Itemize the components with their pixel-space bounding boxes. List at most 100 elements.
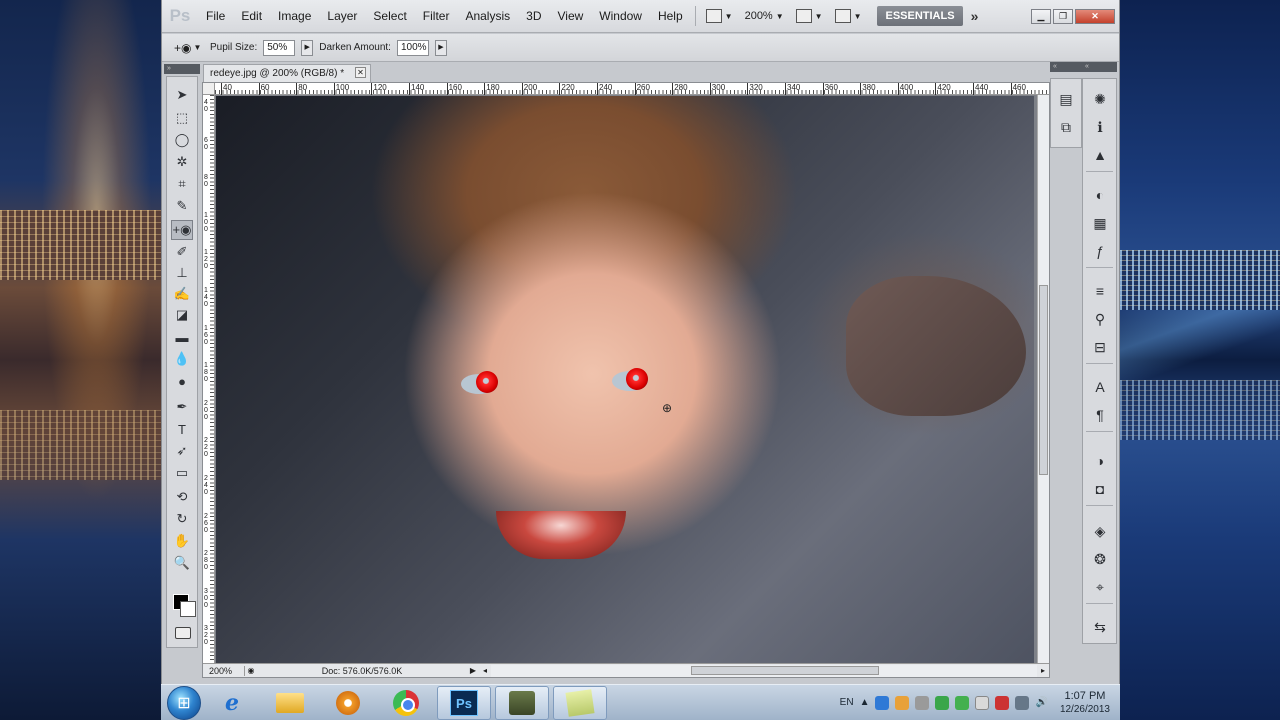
zoom-tool-icon[interactable]: 🔍	[171, 553, 193, 573]
minimize-button[interactable]: ▁	[1031, 8, 1051, 24]
history-panel-icon[interactable]: ▤	[1056, 89, 1076, 109]
menu-help[interactable]: Help	[650, 9, 691, 23]
channels-panel-icon[interactable]: ❂	[1090, 549, 1110, 569]
histogram-panel-icon[interactable]: ▲	[1090, 145, 1110, 165]
status-menu-icon[interactable]: ◉	[245, 666, 257, 675]
status-expand-arrow-icon[interactable]: ▶	[467, 666, 479, 675]
status-zoom-field[interactable]: 200%	[203, 665, 245, 676]
menu-3d[interactable]: 3D	[518, 9, 549, 23]
darken-amount-input[interactable]: 100%	[396, 39, 429, 56]
panel-dock-expand-bar[interactable]: «	[1082, 62, 1117, 72]
tool-presets-panel-icon[interactable]: ⊟	[1090, 337, 1110, 357]
tray-app-icon[interactable]	[915, 695, 930, 710]
eyedropper-tool-icon[interactable]: ✎	[171, 196, 193, 216]
layers-panel-icon[interactable]: ◈	[1090, 521, 1110, 541]
3d-orbit-tool-icon[interactable]: ↻	[171, 509, 193, 529]
panel-dock-collapse-bar[interactable]: «	[1050, 62, 1082, 72]
quick-mask-icon[interactable]	[175, 627, 191, 639]
taskbar-sticky-notes-button[interactable]	[553, 685, 607, 720]
crop-tool-icon[interactable]: ⌗	[171, 174, 193, 194]
taskbar-photoshop-button[interactable]: Ps	[437, 685, 491, 720]
actions-panel-icon[interactable]: ⇆	[1090, 617, 1110, 637]
3d-rotate-tool-icon[interactable]: ⟲	[171, 487, 193, 507]
document-tab[interactable]: redeye.jpg @ 200% (RGB/8) * ✕	[203, 64, 371, 82]
pen-tool-icon[interactable]: ✒	[171, 397, 193, 417]
red-eye-tool-icon[interactable]: +◉	[171, 220, 193, 240]
zoom-dropdown[interactable]: 200% ▼	[739, 10, 790, 22]
pupil-size-slider-button[interactable]: ▶	[301, 39, 314, 56]
action-center-icon[interactable]	[975, 695, 990, 710]
menu-edit[interactable]: Edit	[233, 9, 270, 23]
history-brush-tool-icon[interactable]: ✍	[171, 284, 193, 304]
horizontal-scrollbar[interactable]	[491, 664, 1037, 677]
paths-panel-icon[interactable]: ⌖	[1090, 577, 1110, 597]
language-indicator[interactable]: EN	[840, 697, 854, 708]
gradient-tool-icon[interactable]: ▬	[171, 327, 193, 347]
brush-tool-icon[interactable]: ✐	[171, 242, 193, 262]
vertical-scrollbar[interactable]	[1037, 95, 1049, 663]
swatches-panel-icon[interactable]: ▦	[1090, 213, 1110, 233]
more-workspaces-button[interactable]: »	[971, 8, 979, 24]
taskbar-chrome-button[interactable]	[379, 686, 433, 720]
scroll-right-arrow-icon[interactable]: ▸	[1037, 666, 1049, 675]
lasso-tool-icon[interactable]: ◯	[171, 130, 193, 150]
restore-button[interactable]: ❐	[1053, 8, 1073, 24]
darken-amount-slider-button[interactable]: ▶	[434, 39, 447, 56]
toolbox-collapse-bar[interactable]: »	[164, 64, 200, 74]
color-panel-icon[interactable]: ◐	[1090, 185, 1110, 205]
brush-presets-panel-icon[interactable]: ⚲	[1090, 309, 1110, 329]
clone-stamp-tool-icon[interactable]: ⊥	[171, 263, 193, 283]
menu-analysis[interactable]: Analysis	[457, 9, 518, 23]
vertical-scroll-thumb[interactable]	[1039, 285, 1048, 475]
workspace-essentials-button[interactable]: ESSENTIALS	[877, 6, 963, 26]
quick-selection-tool-icon[interactable]: ✲	[171, 152, 193, 172]
dodge-tool-icon[interactable]: ●	[171, 371, 193, 391]
clock[interactable]: 1:07 PM 12/26/2013	[1060, 690, 1110, 716]
menu-layer[interactable]: Layer	[319, 9, 365, 23]
taskbar-explorer-button[interactable]	[263, 686, 317, 720]
horizontal-scroll-thumb[interactable]	[691, 665, 879, 675]
ruler-origin[interactable]	[203, 83, 215, 95]
close-document-icon[interactable]: ✕	[355, 67, 366, 78]
type-tool-icon[interactable]: T	[171, 419, 193, 439]
taskbar-camtasia-button[interactable]	[495, 685, 549, 720]
background-color-swatch[interactable]	[180, 601, 196, 617]
masks-panel-icon[interactable]: ◘	[1090, 479, 1110, 499]
paragraph-panel-icon[interactable]: ¶	[1090, 405, 1110, 425]
marquee-tool-icon[interactable]: ⬚	[171, 108, 193, 128]
menu-filter[interactable]: Filter	[415, 9, 458, 23]
info-panel-icon[interactable]: ℹ	[1090, 117, 1110, 137]
close-button[interactable]: ✕	[1075, 8, 1115, 24]
blur-tool-icon[interactable]: 💧	[171, 349, 193, 369]
adjustments-panel-icon[interactable]: ◑	[1090, 451, 1110, 471]
show-hidden-icons-icon[interactable]: ▲	[860, 697, 870, 708]
screen-size-dropdown[interactable]: ▼	[829, 9, 868, 23]
screen-mode-dropdown[interactable]: ▼	[700, 9, 739, 23]
horizontal-ruler[interactable]: 40 60 80 100 120 140 160 180 200 220 240 260 280 300 3…	[215, 83, 1049, 95]
brushes-panel-icon[interactable]: ≡	[1090, 281, 1110, 301]
move-tool-icon[interactable]: ➤	[171, 85, 193, 105]
shape-tool-icon[interactable]: ▭	[171, 463, 193, 483]
menu-image[interactable]: Image	[270, 9, 319, 23]
taskbar-ie-button[interactable]: e	[205, 686, 259, 720]
pupil-size-input[interactable]: 50%	[263, 39, 296, 56]
menu-file[interactable]: File	[198, 9, 233, 23]
start-button[interactable]: ⊞	[167, 685, 201, 720]
character-panel-icon[interactable]: A	[1090, 377, 1110, 397]
tool-preset-picker[interactable]: +◉ ▼	[174, 39, 204, 57]
tray-app-icon[interactable]	[895, 695, 910, 710]
taskbar-media-player-button[interactable]	[321, 686, 375, 720]
menu-view[interactable]: View	[549, 9, 591, 23]
network-icon[interactable]	[1015, 695, 1030, 710]
tray-app-icon[interactable]	[935, 695, 950, 710]
navigator-panel-icon[interactable]: ✺	[1090, 89, 1110, 109]
volume-icon[interactable]: 🔊	[1035, 697, 1047, 708]
tray-app-icon[interactable]	[995, 695, 1010, 710]
tray-app-icon[interactable]	[875, 695, 890, 710]
menu-select[interactable]: Select	[365, 9, 414, 23]
menu-window[interactable]: Window	[591, 9, 650, 23]
scroll-left-arrow-icon[interactable]: ◂	[479, 666, 491, 675]
tray-app-icon[interactable]	[955, 695, 970, 710]
clone-source-panel-icon[interactable]: ⧉	[1056, 117, 1076, 137]
vertical-ruler[interactable]: 40 60 80 100 120 140 160 180 200 220 240 260 280 300 3…	[203, 95, 215, 663]
